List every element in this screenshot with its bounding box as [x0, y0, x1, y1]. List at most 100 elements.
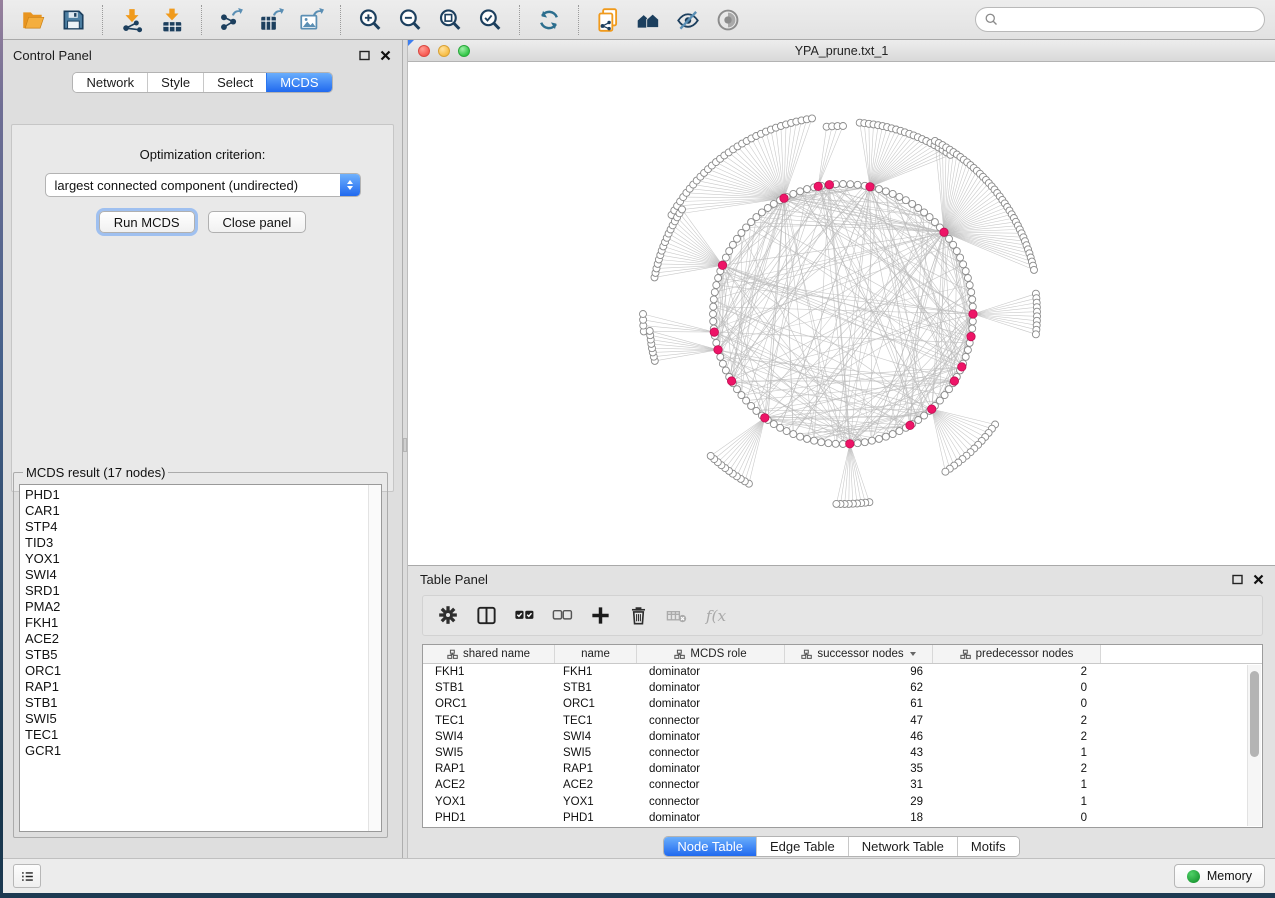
tab-network-table[interactable]: Network Table	[848, 837, 957, 856]
result-list-item[interactable]: SWI5	[25, 711, 381, 727]
result-list-item[interactable]: STB5	[25, 647, 381, 663]
task-history-button[interactable]	[13, 864, 41, 888]
tab-node-table[interactable]: Node Table	[664, 837, 756, 856]
splitter-grabber[interactable]	[403, 438, 407, 452]
table-cell: connector	[637, 796, 785, 808]
column-label: name	[581, 648, 610, 660]
table-cell: dominator	[637, 682, 785, 694]
export-image-button[interactable]	[291, 3, 331, 37]
result-list-item[interactable]: ORC1	[25, 663, 381, 679]
tab-network[interactable]: Network	[73, 73, 147, 92]
export-table-button[interactable]	[251, 3, 291, 37]
column-header-successor-nodes[interactable]: successor nodes	[785, 645, 933, 663]
table-row[interactable]: STB1STB1dominator620	[423, 680, 1262, 696]
select-all-button[interactable]	[509, 600, 540, 632]
table-toolbar: f(x)	[422, 595, 1263, 636]
result-list-item[interactable]: SWI4	[25, 567, 381, 583]
column-header-name[interactable]: name	[555, 645, 637, 663]
tab-style[interactable]: Style	[147, 73, 203, 92]
import-table-button[interactable]	[152, 3, 192, 37]
run-mcds-button[interactable]: Run MCDS	[99, 211, 195, 233]
refresh-button[interactable]	[529, 3, 569, 37]
control-panel: Control Panel NetworkStyleSelectMCDS Opt…	[3, 40, 402, 858]
table-row[interactable]: SWI5SWI5connector431	[423, 745, 1262, 761]
zoom-selected-button[interactable]	[470, 3, 510, 37]
tab-select[interactable]: Select	[203, 73, 266, 92]
memory-button[interactable]: Memory	[1174, 864, 1265, 888]
zoom-out-button[interactable]	[390, 3, 430, 37]
table-scrollbar-thumb[interactable]	[1250, 671, 1259, 757]
import-network-button[interactable]	[112, 3, 152, 37]
close-panel-icon[interactable]	[379, 49, 392, 62]
table-row[interactable]: TEC1TEC1connector472	[423, 713, 1262, 729]
result-list-item[interactable]: FKH1	[25, 615, 381, 631]
control-panel-tabs: NetworkStyleSelectMCDS	[72, 72, 332, 93]
table-cell: 18	[785, 812, 933, 824]
table-cell: 1	[933, 747, 1101, 759]
network-column-icon	[960, 648, 972, 661]
table-cell: 1	[933, 779, 1101, 791]
network-canvas[interactable]	[408, 62, 1275, 565]
export-network-button[interactable]	[211, 3, 251, 37]
result-list-item[interactable]: ACE2	[25, 631, 381, 647]
network-frame: YPA_prune.txt_1	[408, 40, 1275, 565]
table-row[interactable]: YOX1YOX1connector291	[423, 794, 1262, 810]
result-list-item[interactable]: STP4	[25, 519, 381, 535]
result-list-item[interactable]: PMA2	[25, 599, 381, 615]
table-cell: TEC1	[423, 715, 555, 727]
result-list-item[interactable]: TEC1	[25, 727, 381, 743]
column-header-shared-name[interactable]: shared name	[423, 645, 555, 663]
result-list-item[interactable]: CAR1	[25, 503, 381, 519]
result-list-item[interactable]: SRD1	[25, 583, 381, 599]
tab-mcds[interactable]: MCDS	[266, 73, 331, 92]
network-from-file-button[interactable]	[588, 3, 628, 37]
table-row[interactable]: FKH1FKH1dominator962	[423, 664, 1262, 680]
table-row[interactable]: ORC1ORC1dominator610	[423, 696, 1262, 712]
float-table-panel-icon[interactable]	[1231, 573, 1244, 586]
result-list-item[interactable]: PHD1	[25, 487, 381, 503]
criterion-value: largest connected component (undirected)	[46, 178, 340, 193]
tab-motifs[interactable]: Motifs	[957, 837, 1019, 856]
result-list-item[interactable]: RAP1	[25, 679, 381, 695]
table-row[interactable]: RAP1RAP1dominator352	[423, 761, 1262, 777]
result-list-item[interactable]: TID3	[25, 535, 381, 551]
column-header-predecessor-nodes[interactable]: predecessor nodes	[933, 645, 1101, 663]
table-row[interactable]: PHD1PHD1dominator180	[423, 810, 1262, 826]
home-panels-button[interactable]	[628, 3, 668, 37]
add-row-button[interactable]	[585, 600, 616, 632]
criterion-dropdown[interactable]: largest connected component (undirected)	[45, 173, 361, 197]
result-list-item[interactable]: YOX1	[25, 551, 381, 567]
table-cell: SWI4	[423, 731, 555, 743]
search-input[interactable]	[975, 7, 1265, 32]
table-scrollbar[interactable]	[1247, 665, 1261, 826]
unselect-all-button[interactable]	[547, 600, 578, 632]
zoom-fit-button[interactable]	[430, 3, 470, 37]
table-row[interactable]: SWI4SWI4dominator462	[423, 729, 1262, 745]
main-toolbar	[3, 0, 1275, 40]
save-button[interactable]	[53, 3, 93, 37]
delete-row-icon	[627, 604, 650, 627]
network-titlebar[interactable]: YPA_prune.txt_1	[408, 40, 1275, 62]
result-list-item[interactable]: GCR1	[25, 743, 381, 759]
settings-button[interactable]	[433, 600, 464, 632]
table-cell: 47	[785, 715, 933, 727]
close-panel-button[interactable]: Close panel	[208, 211, 307, 233]
table-row[interactable]: ACE2ACE2connector311	[423, 777, 1262, 793]
column-header-MCDS-role[interactable]: MCDS role	[637, 645, 785, 663]
tab-edge-table[interactable]: Edge Table	[756, 837, 848, 856]
delete-row-button[interactable]	[623, 600, 654, 632]
table-cell: connector	[637, 747, 785, 759]
show-columns-button[interactable]	[471, 600, 502, 632]
float-panel-icon[interactable]	[358, 49, 371, 62]
result-list-scrollbar[interactable]	[368, 485, 381, 831]
show-graphics-details-button[interactable]	[708, 3, 748, 37]
toggle-panels-visibility-button[interactable]	[668, 3, 708, 37]
result-list-item[interactable]: STB1	[25, 695, 381, 711]
memory-status-icon	[1187, 870, 1200, 883]
column-label: successor nodes	[817, 648, 903, 660]
mcds-result-list[interactable]: PHD1CAR1STP4TID3YOX1SWI4SRD1PMA2FKH1ACE2…	[19, 484, 382, 832]
close-table-panel-icon[interactable]	[1252, 573, 1265, 586]
network-from-file-icon	[595, 7, 621, 33]
zoom-in-button[interactable]	[350, 3, 390, 37]
open-folder-button[interactable]	[13, 3, 53, 37]
